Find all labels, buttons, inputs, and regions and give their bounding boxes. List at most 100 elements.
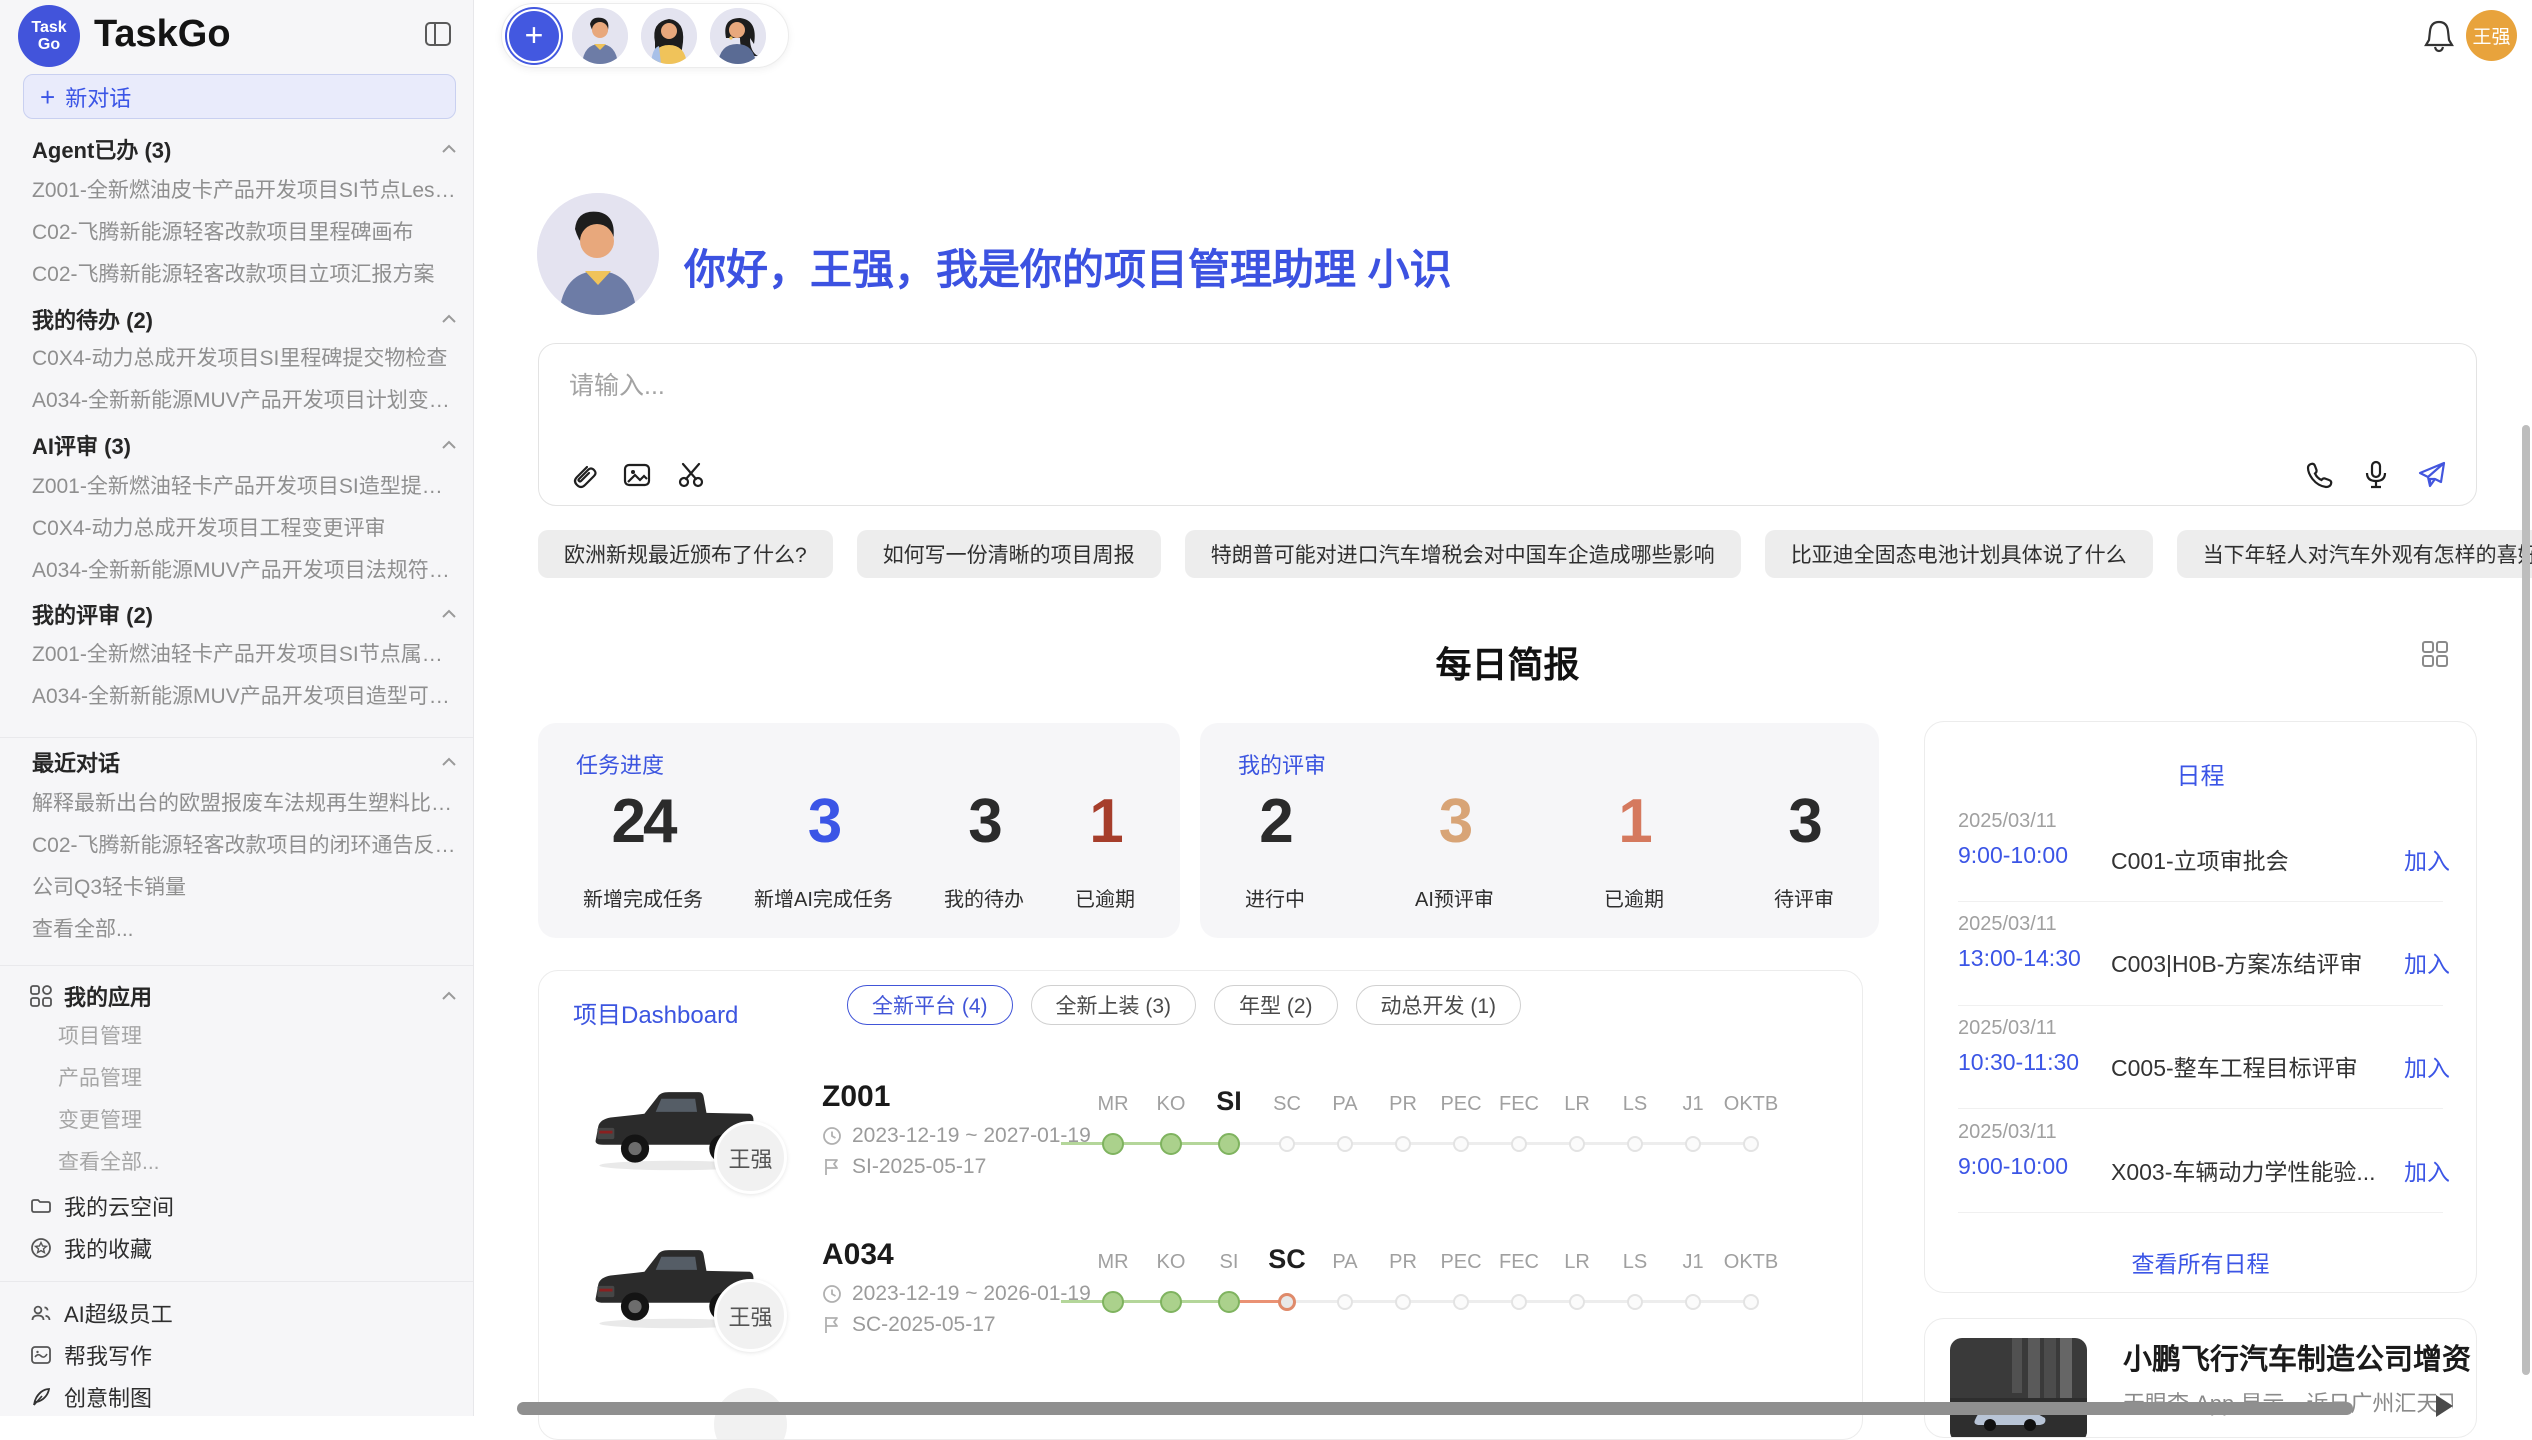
join-link[interactable]: 加入 (2404, 1153, 2450, 1187)
suggestion-chips: 欧洲新规最近颁布了什么? 如何写一份清晰的项目周报 特朗普可能对进口汽车增税会对… (538, 530, 2477, 578)
sidebar-item-change-mgmt[interactable]: 变更管理 (58, 1100, 457, 1142)
new-chat-button[interactable]: + 新对话 (23, 74, 456, 119)
section-title: 我的评审 (2) (32, 598, 153, 630)
sidebar-item-cloud-space[interactable]: 我的云空间 (30, 1184, 457, 1228)
daily-briefing-title: 每日简报 (538, 636, 2477, 688)
sidebar-item-product-mgmt[interactable]: 产品管理 (58, 1058, 457, 1100)
milestone-label: SC (1268, 1242, 1306, 1276)
section-header-recent-chats[interactable]: 最近对话 (32, 740, 457, 784)
image-icon[interactable] (621, 459, 653, 491)
view-all-apps-link[interactable]: 查看全部... (58, 1142, 457, 1184)
milestone-dot (1743, 1294, 1759, 1310)
main-content: + 王强 你好，王强，我是你的项目管理助理 小识 (474, 0, 2532, 1416)
vertical-scrollbar[interactable] (2522, 425, 2530, 1375)
sidebar-item-ai-employee[interactable]: AI超级员工 (30, 1291, 457, 1335)
avatar-assistant-3[interactable] (710, 8, 766, 64)
layout-grid-icon[interactable] (2422, 641, 2448, 667)
milestone-dot (1102, 1291, 1124, 1313)
section-header-my-todo[interactable]: 我的待办 (2) (32, 297, 457, 341)
assistant-switcher: + (501, 3, 789, 68)
stat-pending-review: 3 待评审 (1774, 783, 1834, 938)
suggestion-chip[interactable]: 如何写一份清晰的项目周报 (857, 530, 1161, 578)
milestone-label: PA (1332, 1092, 1357, 1116)
send-icon[interactable] (2416, 459, 2448, 491)
project-flag: SC-2025-05-17 (822, 1313, 996, 1337)
sidebar-item[interactable]: C0X4-动力总成开发项目SI里程碑提交物检查 (32, 338, 457, 380)
news-card[interactable]: 小鹏飞行汽车制造公司增资 天眼查 App 显示，近日广州汇天飞行汽 (1924, 1318, 2477, 1438)
section-header-my-apps[interactable]: 我的应用 (30, 974, 457, 1018)
view-all-schedule-link[interactable]: 查看所有日程 (1925, 1245, 2476, 1279)
sidebar-item[interactable]: 公司Q3轻卡销量 (32, 867, 457, 909)
schedule-time: 13:00-14:30 (1958, 945, 2081, 972)
milestone-dot (1453, 1136, 1469, 1152)
phone-call-icon[interactable] (2304, 459, 2336, 491)
sidebar-item-creative-draw[interactable]: 创意制图 (30, 1375, 457, 1419)
scissors-icon[interactable] (675, 459, 707, 491)
news-title: 小鹏飞行汽车制造公司增资 (2123, 1336, 2471, 1378)
join-link[interactable]: 加入 (2404, 842, 2450, 876)
app-title: TaskGo (94, 13, 231, 56)
notification-bell-icon[interactable] (2422, 18, 2456, 54)
star-circle-icon (30, 1237, 52, 1259)
logo-line2: Go (38, 36, 60, 53)
tab-new-platform[interactable]: 全新平台 (4) (847, 985, 1013, 1025)
sidebar-item-project-mgmt[interactable]: 项目管理 (58, 1016, 457, 1058)
project-id[interactable]: Z001 (822, 1080, 890, 1114)
join-link[interactable]: 加入 (2404, 945, 2450, 979)
milestone-label: J1 (1682, 1250, 1703, 1274)
schedule-event: C001-立项审批会 (2111, 842, 2289, 876)
sidebar-item-help-write[interactable]: 帮我写作 (30, 1333, 457, 1377)
sidebar-item[interactable]: A034-全新新能源MUV产品开发项目造型可行性评审 (32, 676, 457, 718)
view-all-chats-link[interactable]: 查看全部... (32, 909, 457, 951)
sidebar-item[interactable]: 解释最新出台的欧盟报废车法规再生塑料比例被调至15%... (32, 783, 457, 825)
sidebar-item[interactable]: Z001-全新燃油皮卡产品开发项目SI节点Lesson Learn报告 (32, 170, 457, 212)
section-title: 我的待办 (2) (32, 303, 153, 335)
avatar-assistant-1[interactable] (572, 8, 628, 64)
tab-powertrain[interactable]: 动总开发 (1) (1356, 985, 1522, 1025)
sidebar: Task Go TaskGo + 新对话 Agent已办 (3) Z001-全新… (0, 0, 474, 1416)
collapse-sidebar-icon[interactable] (425, 22, 451, 46)
sidebar-item[interactable]: A034-全新新能源MUV产品开发项目计划变更表编写 (32, 380, 457, 422)
milestone-label: SI (1220, 1250, 1239, 1274)
suggestion-chip[interactable]: 当下年轻人对汽车外观有怎样的喜好趋势 (2177, 530, 2532, 578)
add-assistant-button[interactable]: + (509, 11, 559, 61)
milestone-track: MRKOSISCPAPRPECFECLRLSJ1OKTB (1041, 1052, 1831, 1210)
divider (1958, 1005, 2443, 1006)
attachment-icon[interactable] (567, 459, 599, 491)
tab-new-body[interactable]: 全新上装 (3) (1031, 985, 1197, 1025)
microphone-icon[interactable] (2360, 459, 2392, 491)
milestone-label: PR (1389, 1092, 1417, 1116)
milestone-label: FEC (1499, 1092, 1539, 1116)
sidebar-item[interactable]: C0X4-动力总成开发项目工程变更评审 (32, 508, 457, 550)
chat-input[interactable] (569, 366, 2169, 436)
sidebar-item[interactable]: C02-飞腾新能源轻客改款项目里程碑画布 (32, 212, 457, 254)
my-review-card: 我的评审 2 进行中 3 AI预评审 1 已逾期 3 待评审 (1200, 723, 1879, 938)
sidebar-item[interactable]: C02-飞腾新能源轻客改款项目的闭环通告反馈情况 (32, 825, 457, 867)
avatar-assistant-2[interactable] (641, 8, 697, 64)
section-header-agent-done[interactable]: Agent已办 (3) (32, 127, 457, 171)
project-row[interactable]: 王强 Z001 2023-12-19 ~ 2027-01-19 SI-2025-… (539, 1052, 1862, 1210)
project-row[interactable]: 王强 A034 2023-12-19 ~ 2026-01-19 SC-2025-… (539, 1210, 1862, 1368)
section-header-my-review[interactable]: 我的评审 (2) (32, 592, 457, 636)
logo-line1: Task (31, 19, 66, 36)
sidebar-item[interactable]: C02-飞腾新能源轻客改款项目立项汇报方案 (32, 254, 457, 296)
milestone-dot (1569, 1294, 1585, 1310)
milestone-label: LR (1564, 1250, 1590, 1274)
sidebar-item[interactable]: A034-全新新能源MUV产品开发项目法规符合性评审 (32, 550, 457, 592)
horizontal-scrollbar[interactable] (517, 1402, 2353, 1415)
milestone-dot (1278, 1293, 1296, 1311)
tab-year-model[interactable]: 年型 (2) (1214, 985, 1338, 1025)
sidebar-item-favorites[interactable]: 我的收藏 (30, 1226, 457, 1270)
join-link[interactable]: 加入 (2404, 1049, 2450, 1083)
schedule-title: 日程 (1925, 756, 2476, 791)
scroll-right-arrow[interactable] (2436, 1395, 2453, 1417)
sidebar-item[interactable]: Z001-全新燃油轻卡产品开发项目SI节点属性5D文件评审 (32, 634, 457, 676)
user-avatar[interactable]: 王强 (2466, 10, 2517, 61)
suggestion-chip[interactable]: 比亚迪全固态电池计划具体说了什么 (1765, 530, 2153, 578)
sidebar-item[interactable]: Z001-全新燃油轻卡产品开发项目SI造型提交物评审 (32, 466, 457, 508)
suggestion-chip[interactable]: 欧洲新规最近颁布了什么? (538, 530, 833, 578)
milestone-dot (1218, 1133, 1240, 1155)
project-id[interactable]: A034 (822, 1238, 894, 1272)
section-header-ai-review[interactable]: AI评审 (3) (32, 423, 457, 467)
suggestion-chip[interactable]: 特朗普可能对进口汽车增税会对中国车企造成哪些影响 (1185, 530, 1741, 578)
